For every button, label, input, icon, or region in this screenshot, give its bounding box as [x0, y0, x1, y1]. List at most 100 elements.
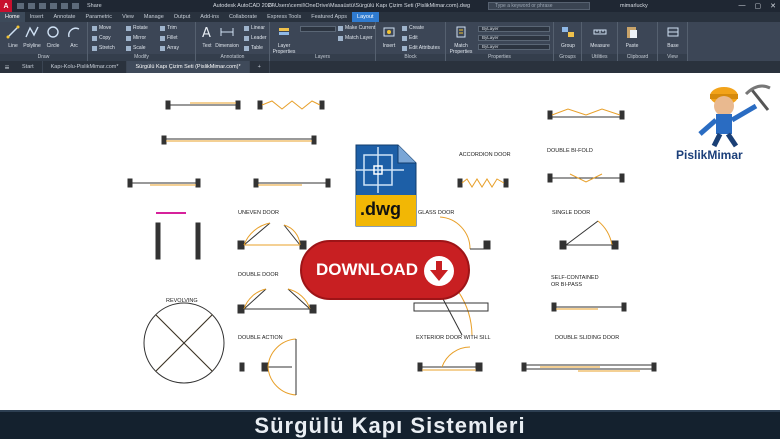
user-name[interactable]: mimarlucky — [620, 3, 648, 9]
document-tabs: ≡ Start Kapı-Kolu-PislikMimar.com* Sürgü… — [0, 61, 780, 73]
download-button[interactable]: DOWNLOAD — [300, 240, 470, 300]
revolving-door-symbol — [143, 302, 225, 384]
autocad-logo-icon[interactable]: A — [0, 0, 12, 12]
annotation-group-label: Annotation — [196, 54, 269, 61]
trim-tool[interactable]: Trim — [160, 25, 177, 31]
tab-express-tools[interactable]: Express Tools — [262, 12, 306, 22]
edit-attributes-tool[interactable]: Edit Attributes — [402, 45, 440, 51]
linetype-dropdown[interactable]: ByLayer — [478, 35, 550, 41]
doc-tab-kapi-kolu[interactable]: Kapı-Kolu-PislikMimar.com* — [43, 61, 128, 73]
paste-tool[interactable]: Paste — [621, 25, 643, 49]
tab-layout[interactable]: Layout — [352, 12, 379, 22]
scale-label: Scale — [133, 45, 146, 51]
match-layer-icon — [338, 35, 343, 41]
self-contained-door-symbol — [551, 302, 627, 312]
match-layer-tool[interactable]: Match Layer — [338, 35, 373, 41]
rotate-tool[interactable]: Rotate — [126, 25, 148, 31]
paste-label: Paste — [625, 43, 639, 49]
utilities-group-label: Utilities — [582, 54, 617, 61]
edit-block-tool[interactable]: Edit — [402, 35, 418, 41]
doc-tab-surgulu-kapi[interactable]: Sürgülü Kapı Çizim Seti (PislikMimar.com… — [127, 61, 250, 73]
edit-block-icon — [402, 35, 407, 41]
tab-manage[interactable]: Manage — [139, 12, 169, 22]
tab-collaborate[interactable]: Collaborate — [224, 12, 262, 22]
label-accordion-door: ACCORDION DOOR — [459, 152, 511, 158]
tab-output[interactable]: Output — [169, 12, 196, 22]
svg-text:A: A — [202, 26, 211, 39]
label-glass-door: GLASS DOOR — [418, 210, 455, 216]
tab-insert[interactable]: Insert — [25, 12, 49, 22]
tab-home[interactable]: Home — [0, 12, 25, 22]
search-input[interactable]: Type a keyword or phrase — [488, 2, 590, 10]
new-tab-button[interactable]: + — [250, 61, 270, 73]
file-path: C:\Users\cemil\OneDrive\Masaüstü\Sürgülü… — [268, 3, 471, 9]
save-icon[interactable] — [39, 3, 46, 9]
lineweight-dropdown[interactable]: ByLayer — [478, 44, 550, 50]
ribbon-panel: Line Polyline Circle Arc Draw Move Rotat… — [0, 22, 780, 61]
layer-dropdown[interactable] — [300, 26, 336, 32]
mirror-tool[interactable]: Mirror — [126, 35, 146, 41]
share-button[interactable]: Share — [87, 3, 102, 9]
double-action-door-symbol — [239, 338, 297, 396]
make-current-tool[interactable]: Make Current — [338, 25, 375, 31]
base-tool[interactable]: Base — [662, 25, 684, 49]
maximize-icon[interactable]: ▢ — [755, 2, 762, 10]
fillet-tool[interactable]: Fillet — [160, 35, 178, 41]
group-tool[interactable]: Group — [557, 25, 579, 49]
create-block-tool[interactable]: Create — [402, 25, 424, 31]
copy-tool[interactable]: Copy — [92, 35, 111, 41]
arc-tool[interactable]: Arc — [63, 25, 85, 49]
tab-parametric[interactable]: Parametric — [80, 12, 117, 22]
color-dropdown[interactable]: ByLayer — [478, 26, 550, 32]
leader-tool[interactable]: Leader — [244, 35, 267, 41]
insert-tool[interactable]: Insert — [378, 25, 400, 49]
dimension-tool[interactable]: Dimension — [214, 25, 240, 49]
table-tool[interactable]: Table — [244, 45, 263, 51]
mirror-label: Mirror — [133, 35, 147, 41]
tab-annotate[interactable]: Annotate — [48, 12, 80, 22]
magenta-door-elevation — [155, 212, 201, 260]
tab-addins[interactable]: Add-ins — [195, 12, 224, 22]
groups-group-label: Groups — [554, 54, 581, 61]
slider-symbol-left — [127, 178, 201, 188]
tab-featured-apps[interactable]: Featured Apps — [306, 12, 352, 22]
open-icon[interactable] — [28, 3, 35, 9]
arc-icon — [68, 27, 80, 38]
label-self-contained: SELF-CONTAINED OR BI-PASS — [551, 275, 599, 288]
window-controls: — ▢ ✕ — [739, 2, 777, 10]
move-tool[interactable]: Move — [92, 25, 111, 31]
layer-properties-tool[interactable]: Layer Properties — [272, 25, 296, 55]
double-bifold-door-symbol — [547, 173, 625, 183]
quick-access-toolbar — [17, 3, 79, 9]
saveas-icon[interactable] — [50, 3, 57, 9]
match-properties-tool[interactable]: Match Properties — [448, 25, 474, 55]
measure-tool[interactable]: Measure — [589, 25, 611, 49]
bifold-zigzag-symbol — [257, 100, 325, 110]
polyline-icon — [25, 26, 39, 38]
label-double-action: DOUBLE ACTION — [238, 335, 283, 341]
base-view-icon — [667, 27, 679, 37]
insert-icon — [383, 27, 395, 37]
tab-view[interactable]: View — [117, 12, 139, 22]
menu-icon[interactable]: ≡ — [0, 63, 14, 72]
linear-tool[interactable]: Linear — [244, 25, 265, 31]
close-icon[interactable]: ✕ — [770, 2, 776, 10]
stretch-tool[interactable]: Stretch — [92, 45, 115, 51]
new-icon[interactable] — [17, 3, 24, 9]
polyline-tool[interactable]: Polyline — [21, 25, 43, 49]
undo-icon[interactable] — [61, 3, 68, 9]
arc-label: Arc — [70, 43, 78, 49]
single-door-symbol — [559, 220, 619, 250]
redo-icon[interactable] — [72, 3, 79, 9]
polyline-label: Polyline — [23, 43, 41, 49]
doc-tab-start[interactable]: Start — [14, 61, 43, 73]
array-tool[interactable]: Array — [160, 45, 179, 51]
circle-tool[interactable]: Circle — [42, 25, 64, 49]
scale-tool[interactable]: Scale — [126, 45, 146, 51]
banner-title: Sürgülü Kapı Sistemleri — [254, 412, 526, 438]
group-label: Group — [561, 43, 575, 49]
minimize-icon[interactable]: — — [739, 2, 746, 10]
match-layer-label: Match Layer — [345, 35, 373, 41]
match-properties-icon — [456, 26, 466, 38]
trim-label: Trim — [167, 25, 177, 31]
